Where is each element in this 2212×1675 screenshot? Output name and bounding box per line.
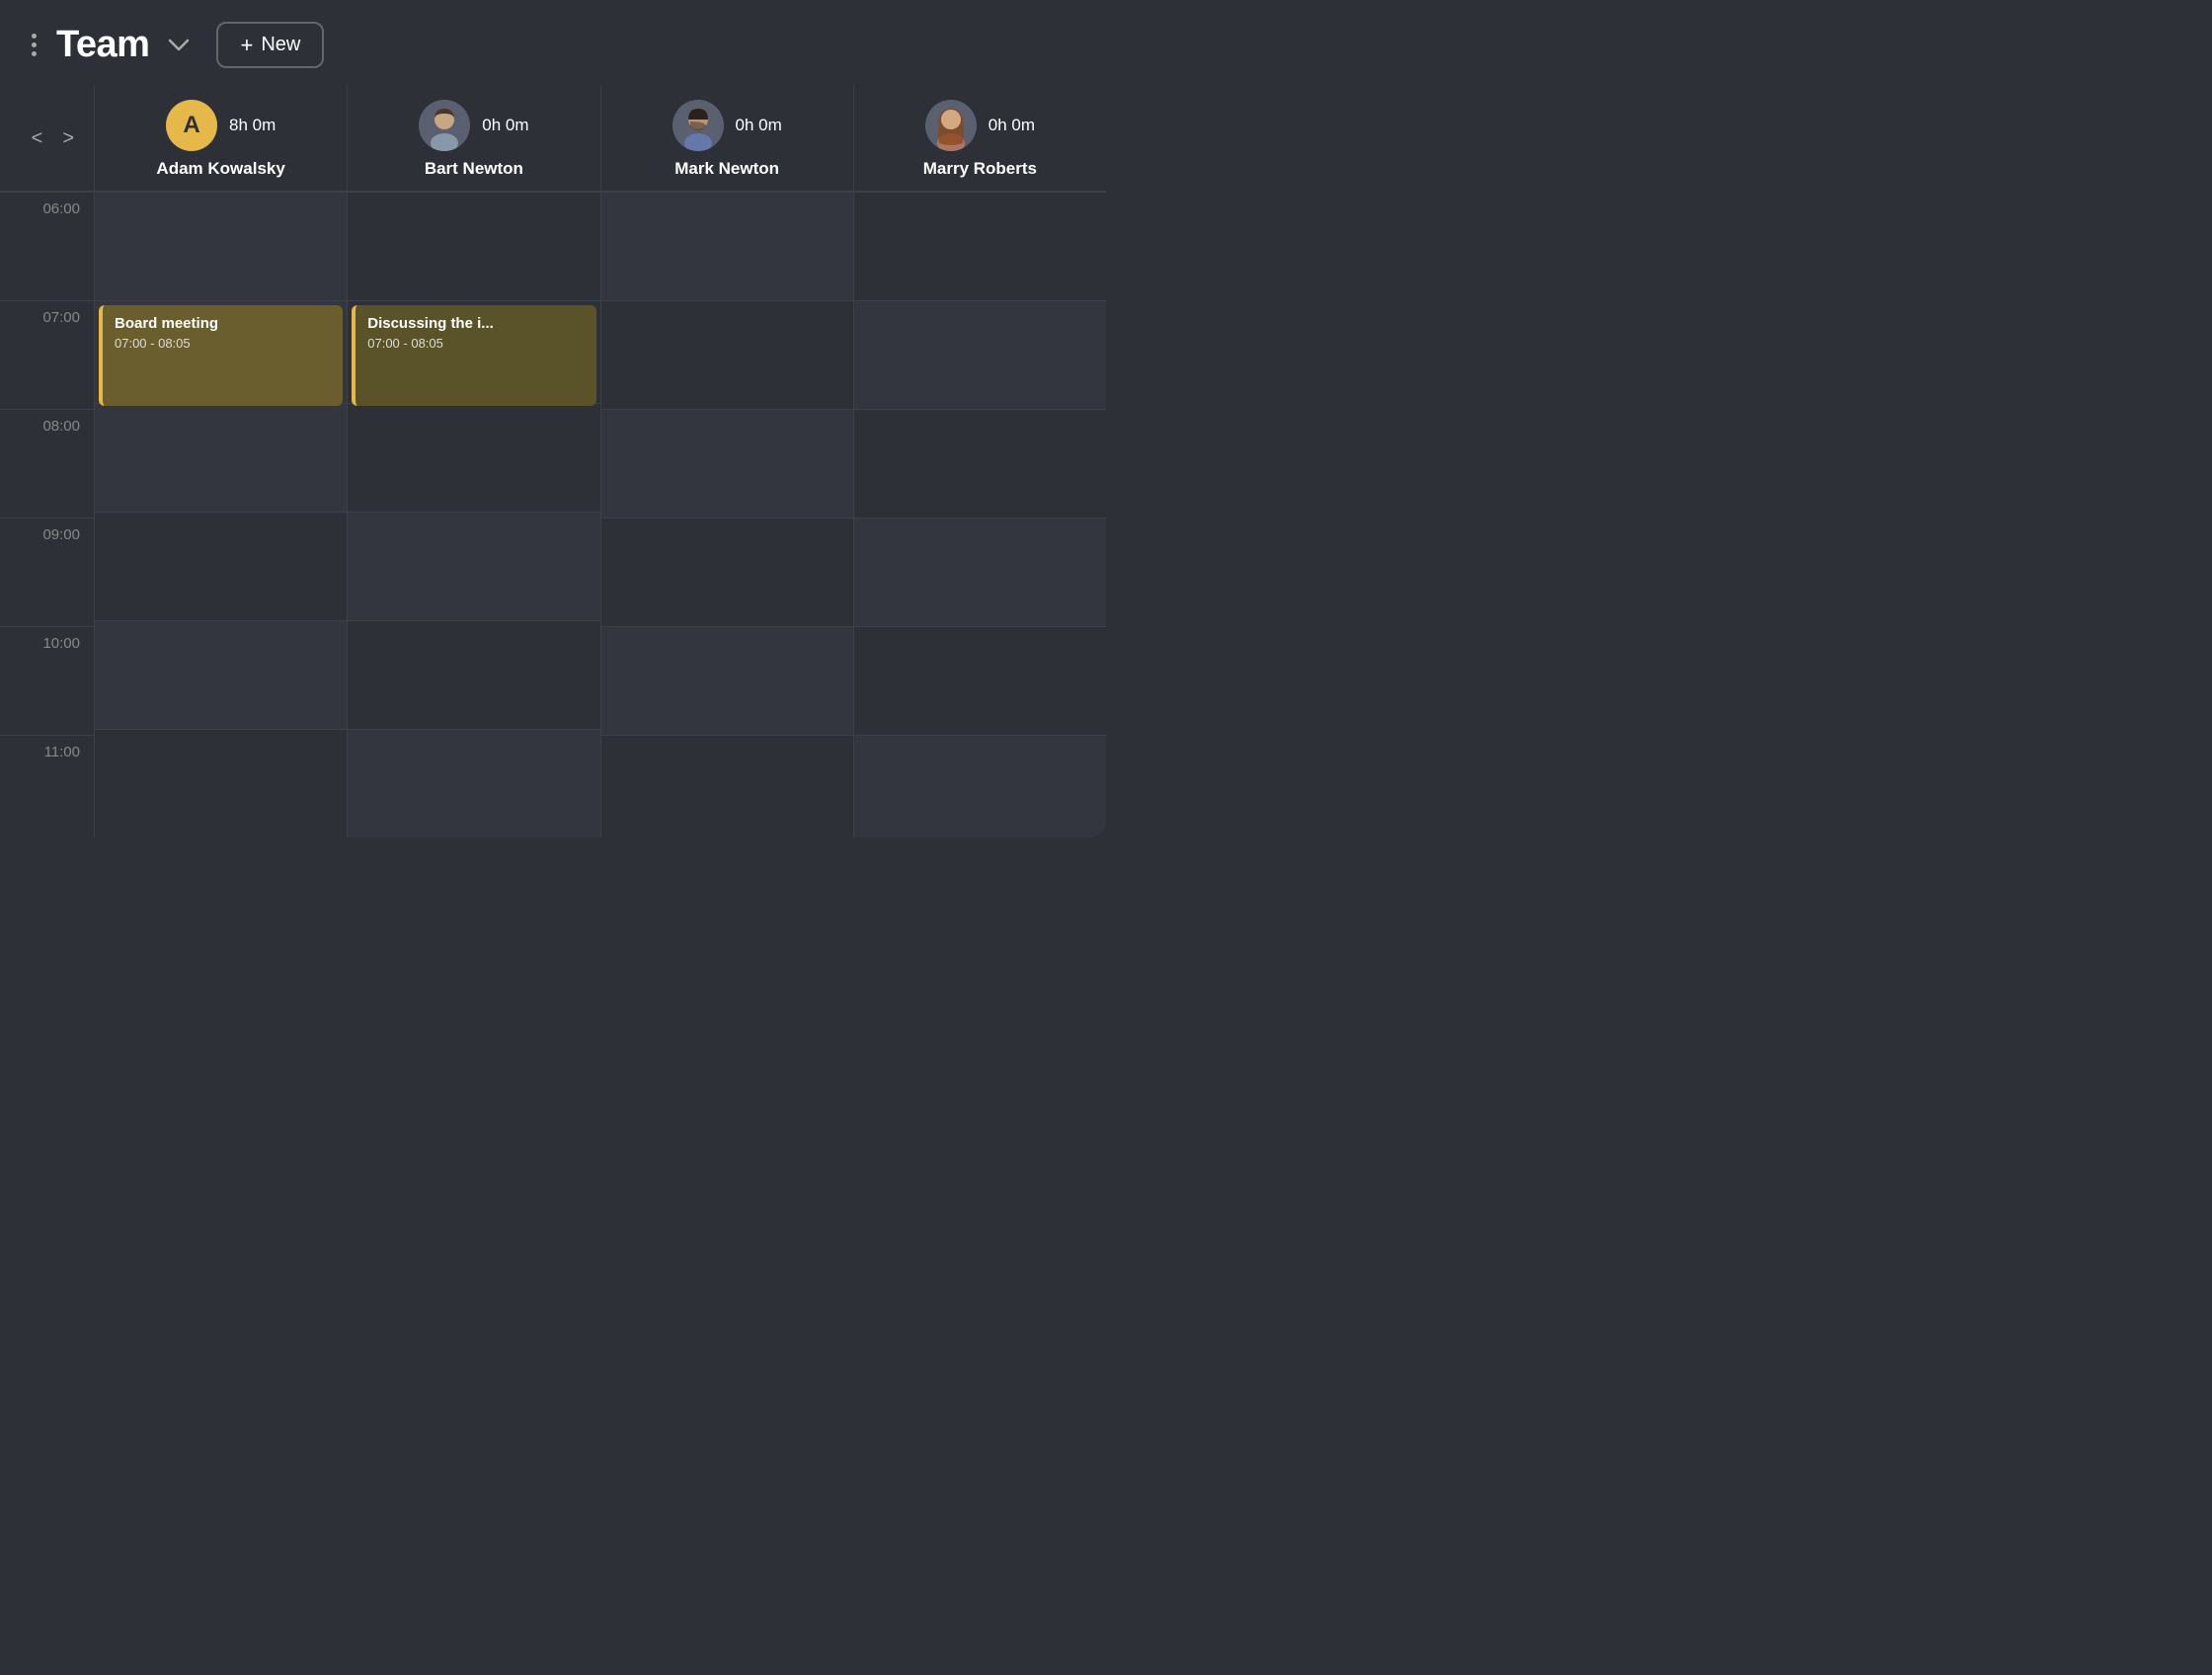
members-row: < > A 8h 0m Adam Kowalsky [0, 86, 1106, 192]
time-labels: 06:00 07:00 08:00 09:00 10:00 11:00 [0, 192, 94, 838]
app-container: Team + New < > A 8h 0m [0, 0, 1106, 838]
time-label-0900: 09:00 [0, 518, 94, 626]
time-label-0700: 07:00 [0, 300, 94, 409]
grid-columns: Board meeting 07:00 - 08:05 [94, 192, 1106, 838]
time-label-1000: 10:00 [0, 626, 94, 735]
grid-cell-adam-0700: Board meeting 07:00 - 08:05 [95, 300, 347, 403]
grid-cell-mark-0900[interactable] [601, 518, 853, 626]
member-col-marry: 0h 0m Marry Roberts [853, 86, 1106, 191]
grid-cell-marry-0700[interactable] [854, 300, 1106, 409]
event-discussing-title: Discussing the i... [367, 315, 584, 332]
hours-marry: 0h 0m [988, 116, 1035, 135]
member-name-bart[interactable]: Bart Newton [425, 159, 523, 179]
hours-mark: 0h 0m [736, 116, 782, 135]
grid-cell-bart-0800[interactable] [348, 403, 599, 512]
grid-cell-adam-0900[interactable] [95, 512, 347, 620]
grid-cell-adam-0600[interactable] [95, 192, 347, 300]
menu-dots-icon[interactable] [28, 30, 40, 60]
avatar-bart[interactable] [419, 100, 470, 151]
grid-cell-marry-0800[interactable] [854, 409, 1106, 518]
grid-cell-adam-0800[interactable] [95, 403, 347, 512]
grid-cell-bart-1000[interactable] [348, 620, 599, 729]
grid-cell-mark-1000[interactable] [601, 626, 853, 735]
chevron-down-icon[interactable] [165, 32, 193, 59]
calendar: < > A 8h 0m Adam Kowalsky [0, 86, 1106, 838]
grid-cell-marry-0600[interactable] [854, 192, 1106, 300]
grid-col-adam: Board meeting 07:00 - 08:05 [94, 192, 347, 838]
avatar-mark[interactable] [672, 100, 724, 151]
grid-cell-bart-0700: Discussing the i... 07:00 - 08:05 [348, 300, 599, 403]
grid-cell-bart-1100[interactable] [348, 729, 599, 838]
time-label-0800: 08:00 [0, 409, 94, 518]
grid-cell-marry-1000[interactable] [854, 626, 1106, 735]
grid-cell-mark-1100[interactable] [601, 735, 853, 838]
grid-cell-mark-0700[interactable] [601, 300, 853, 409]
time-gutter-nav: < > [0, 86, 94, 191]
member-name-marry[interactable]: Marry Roberts [923, 159, 1037, 179]
grid-cell-mark-0600[interactable] [601, 192, 853, 300]
grid-col-bart: Discussing the i... 07:00 - 08:05 [347, 192, 599, 838]
member-name-adam[interactable]: Adam Kowalsky [156, 159, 284, 179]
header: Team + New [0, 0, 1106, 86]
new-button[interactable]: + New [216, 22, 324, 68]
event-discussing-time: 07:00 - 08:05 [367, 336, 584, 351]
grid-col-marry [853, 192, 1106, 838]
page-title: Team [56, 24, 149, 66]
new-button-label: New [261, 34, 300, 56]
next-button[interactable]: > [56, 123, 80, 154]
member-col-mark: 0h 0m Mark Newton [600, 86, 853, 191]
avatar-marry[interactable] [925, 100, 977, 151]
member-name-mark[interactable]: Mark Newton [674, 159, 779, 179]
grid-cell-marry-1100[interactable] [854, 735, 1106, 838]
grid-cell-adam-1000[interactable] [95, 620, 347, 729]
grid-cell-adam-1100[interactable] [95, 729, 347, 838]
event-board-meeting-title: Board meeting [115, 315, 331, 332]
grid-cell-mark-0800[interactable] [601, 409, 853, 518]
grid-cell-bart-0900[interactable] [348, 512, 599, 620]
hours-bart: 0h 0m [482, 116, 528, 135]
grid-cell-bart-0600[interactable] [348, 192, 599, 300]
grid-col-mark [600, 192, 853, 838]
grid-cell-marry-0900[interactable] [854, 518, 1106, 626]
time-label-1100: 11:00 [0, 735, 94, 838]
plus-icon: + [240, 35, 253, 56]
hours-adam: 8h 0m [229, 116, 276, 135]
event-board-meeting[interactable]: Board meeting 07:00 - 08:05 [99, 305, 343, 406]
prev-button[interactable]: < [26, 123, 49, 154]
member-col-adam: A 8h 0m Adam Kowalsky [94, 86, 347, 191]
event-board-meeting-time: 07:00 - 08:05 [115, 336, 331, 351]
event-discussing[interactable]: Discussing the i... 07:00 - 08:05 [352, 305, 595, 406]
grid-body: 06:00 07:00 08:00 09:00 10:00 11:00 Boar… [0, 192, 1106, 838]
avatar-adam[interactable]: A [166, 100, 217, 151]
time-label-0600: 06:00 [0, 192, 94, 300]
member-col-bart: 0h 0m Bart Newton [347, 86, 599, 191]
